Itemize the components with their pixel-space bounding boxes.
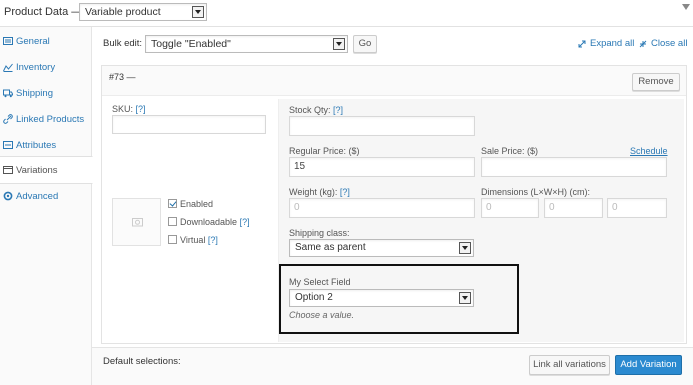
expand-icon (578, 40, 586, 48)
sidebar-item-shipping[interactable]: Shipping (0, 81, 92, 107)
weight-input[interactable]: 0 (289, 198, 475, 218)
shipping-class-label: Shipping class: (289, 228, 350, 238)
sidebar-item-label: Linked Products (16, 114, 85, 125)
gear-icon (3, 191, 13, 201)
product-data-tabs: General Inventory Shipping Linked Produc… (0, 27, 93, 385)
sku-input[interactable] (112, 115, 266, 134)
sidebar-item-inventory[interactable]: Inventory (0, 55, 92, 81)
height-input[interactable]: 0 (607, 198, 667, 218)
sidebar-item-general[interactable]: General (0, 29, 92, 55)
product-data-title: Product Data — (4, 6, 83, 18)
bulk-edit-label: Bulk edit: (103, 38, 143, 49)
variations-icon (3, 166, 13, 174)
enabled-checkbox-row[interactable]: Enabled (168, 199, 213, 209)
schedule-link[interactable]: Schedule (630, 146, 668, 156)
bulk-edit-select[interactable]: Toggle "Enabled" (145, 35, 348, 53)
inventory-icon (3, 63, 13, 72)
virtual-label: Virtual (180, 235, 206, 245)
product-type-value: Variable product (85, 6, 161, 18)
weight-help-link[interactable]: [?] (340, 187, 350, 197)
chevron-down-icon (192, 6, 204, 18)
sidebar-item-label: Shipping (16, 88, 53, 99)
regular-price-label: Regular Price: ($) (289, 146, 360, 156)
stock-help-link[interactable]: [?] (333, 105, 343, 115)
expand-all-link[interactable]: Expand all (590, 38, 634, 49)
chevron-down-icon (333, 38, 345, 50)
variation-id: #73 — (109, 72, 136, 82)
sidebar-item-advanced[interactable]: Advanced (0, 184, 92, 210)
stock-qty-input[interactable] (289, 116, 475, 136)
sidebar-item-variations[interactable]: Variations (0, 156, 93, 184)
close-all-link[interactable]: Close all (651, 38, 687, 49)
shipping-class-select[interactable]: Same as parent (289, 239, 474, 257)
chevron-down-icon (459, 242, 471, 254)
sidebar-item-label: Inventory (16, 62, 56, 73)
enabled-checkbox[interactable] (168, 199, 177, 208)
image-placeholder-icon (132, 218, 143, 227)
downloadable-checkbox[interactable] (168, 217, 177, 226)
remove-variation-button[interactable]: Remove (632, 73, 680, 91)
weight-label-text: Weight (kg): (289, 187, 338, 197)
virtual-checkbox[interactable] (168, 235, 177, 244)
stock-qty-label: Stock Qty: [?] (289, 105, 343, 115)
regular-price-input[interactable]: 15 (289, 157, 475, 177)
sku-label: SKU: [?] (112, 104, 146, 114)
link-icon (3, 114, 13, 124)
variation-image-upload[interactable] (112, 198, 161, 246)
variation-header[interactable] (102, 66, 686, 96)
truck-icon (3, 89, 13, 98)
add-variation-button[interactable]: Add Variation (615, 355, 682, 375)
go-button[interactable]: Go (353, 35, 377, 53)
highlight-frame (279, 264, 519, 334)
sku-label-text: SKU: (112, 104, 134, 114)
width-input[interactable]: 0 (544, 198, 603, 218)
sale-price-input[interactable] (481, 157, 667, 177)
sidebar-item-label: Advanced (16, 191, 59, 202)
close-collapse-icon (639, 40, 647, 48)
virtual-help-link[interactable]: [?] (208, 235, 218, 245)
sidebar-item-linked-products[interactable]: Linked Products (0, 107, 92, 133)
sidebar-item-label: General (16, 36, 50, 47)
sku-help-link[interactable]: [?] (136, 104, 146, 114)
bulk-edit-value: Toggle "Enabled" (151, 38, 231, 50)
downloadable-checkbox-row[interactable]: Downloadable [?] (168, 217, 250, 227)
product-type-select[interactable]: Variable product (79, 3, 207, 21)
length-input[interactable]: 0 (481, 198, 539, 218)
collapse-arrow-icon[interactable] (681, 3, 691, 11)
virtual-checkbox-row[interactable]: Virtual [?] (168, 235, 218, 245)
downloadable-help-link[interactable]: [?] (240, 217, 250, 227)
sale-price-label: Sale Price: ($) (481, 146, 539, 156)
dimensions-label: Dimensions (L×W×H) (cm): (481, 187, 591, 197)
shipping-class-value: Same as parent (295, 242, 366, 253)
sidebar-item-label: Attributes (16, 140, 57, 151)
stock-qty-label-text: Stock Qty: (289, 105, 331, 115)
general-icon (3, 37, 13, 45)
enabled-label: Enabled (180, 199, 214, 209)
weight-label: Weight (kg): [?] (289, 187, 350, 197)
attributes-icon (3, 141, 13, 149)
default-selections-label: Default selections: (103, 356, 181, 367)
downloadable-label: Downloadable (180, 217, 238, 227)
link-all-variations-button[interactable]: Link all variations (529, 355, 610, 375)
sidebar-item-label: Variations (16, 165, 58, 176)
